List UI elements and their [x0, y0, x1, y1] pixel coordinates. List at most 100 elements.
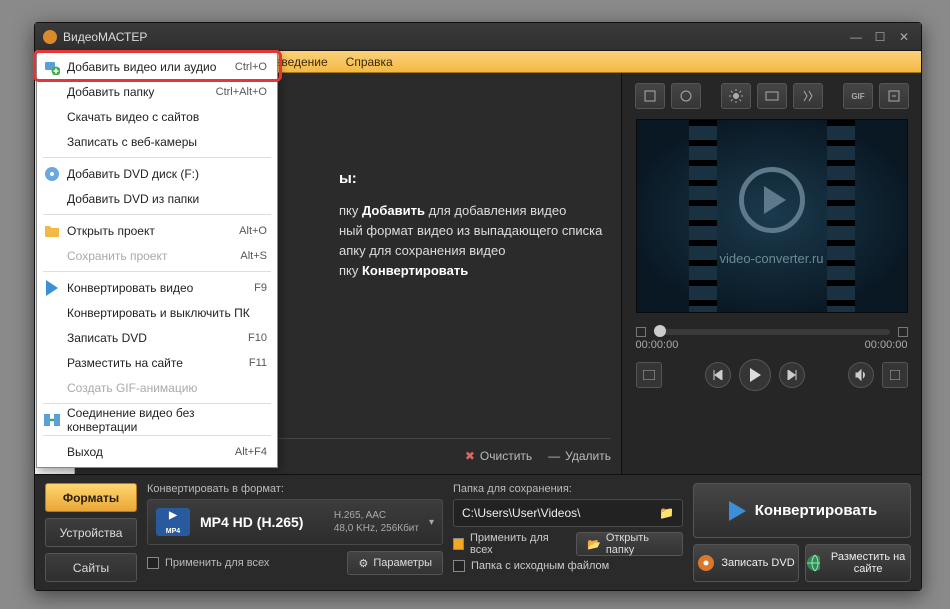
effect-toolbar: GIF — [635, 83, 909, 109]
menu-item-label: Добавить DVD из папки — [67, 192, 199, 206]
menu-item-label: Конвертировать и выключить ПК — [67, 306, 250, 320]
marker-left-icon[interactable] — [636, 327, 646, 337]
path-text: C:\Users\User\Videos\ — [462, 506, 580, 520]
maximize-button[interactable]: ☐ — [871, 30, 889, 44]
menu-item-label: Создать GIF-анимацию — [67, 381, 197, 395]
menu-item[interactable]: Выход Alt+F4 — [37, 439, 277, 464]
browse-folder-icon[interactable]: 📁 — [659, 506, 674, 520]
format-details: H.265, AAC48,0 KHz, 256Кбит — [334, 509, 419, 535]
chevron-down-icon: ▾ — [429, 517, 434, 528]
marker-right-icon[interactable] — [898, 327, 908, 337]
instruction-line: ный формат видео из выпадающего списка — [339, 221, 607, 241]
format-name: MP4 HD (H.265) — [200, 514, 324, 530]
instruction-line: пку Конвертировать — [339, 261, 607, 281]
prev-button[interactable] — [705, 362, 731, 388]
actions-box: Конвертировать Записать DVD Разместить н… — [693, 483, 911, 582]
format-apply-all[interactable]: Применить для всех — [147, 557, 269, 569]
menu-item[interactable]: Добавить видео или аудиоCtrl+O — [37, 54, 277, 79]
tab-devices[interactable]: Устройства — [45, 518, 137, 547]
menu-item-label: Добавить папку — [67, 85, 154, 99]
window-title: ВидеоМАСТЕР — [63, 30, 841, 44]
watermark-text: video-converter.ru — [719, 251, 823, 266]
format-label: Конвертировать в формат: — [147, 483, 443, 495]
menu-shortcut: Alt+F4 — [235, 446, 267, 458]
output-path[interactable]: C:\Users\User\Videos\ 📁 — [453, 499, 683, 527]
format-box: Конвертировать в формат: MP4 MP4 HD (H.2… — [147, 483, 443, 582]
menu-shortcut: Ctrl+Alt+O — [216, 86, 267, 98]
menu-item-label: Выход — [67, 445, 103, 459]
gif-icon[interactable]: GIF — [843, 83, 873, 109]
burn-dvd-button[interactable]: Записать DVD — [693, 544, 799, 582]
play-overlay-icon[interactable] — [739, 167, 805, 233]
snapshot-icon[interactable] — [636, 362, 662, 388]
menu-item[interactable]: Соединение видео без конвертации — [37, 407, 277, 432]
folder-icon: 📂 — [587, 538, 601, 551]
disc-icon — [697, 554, 715, 572]
menu-item-label: Соединение видео без конвертации — [67, 406, 267, 434]
menu-item-label: Добавить видео или аудио — [67, 60, 216, 74]
menu-shortcut: F9 — [254, 282, 267, 294]
file-menu-dropdown: Добавить видео или аудиоCtrl+OДобавить п… — [36, 50, 278, 468]
seek-track[interactable] — [654, 329, 890, 335]
params-button[interactable]: ⚙Параметры — [347, 551, 443, 575]
folder-apply-all[interactable]: Применить для всех — [453, 532, 564, 556]
menu-item[interactable]: Конвертировать и выключить ПК — [37, 300, 277, 325]
menu-item-label: Конвертировать видео — [67, 281, 193, 295]
menu-item-label: Разместить на сайте — [67, 356, 183, 370]
volume-button[interactable] — [848, 362, 874, 388]
clear-action[interactable]: ✖Очистить — [465, 449, 532, 463]
next-button[interactable] — [779, 362, 805, 388]
seek-bar[interactable] — [636, 327, 908, 337]
format-selector[interactable]: MP4 MP4 HD (H.265) H.265, AAC48,0 KHz, 2… — [147, 499, 443, 545]
titlebar: ВидеоМАСТЕР — ☐ ✕ — [35, 23, 921, 51]
globe-icon — [806, 554, 820, 572]
folder-icon — [43, 222, 61, 240]
delete-action[interactable]: —Удалить — [548, 449, 611, 463]
menu-item-label: Скачать видео с сайтов — [67, 110, 199, 124]
brightness-icon[interactable] — [721, 83, 751, 109]
menu-item[interactable]: Добавить DVD диск (F:) — [37, 161, 277, 186]
dvd-icon — [43, 165, 61, 183]
same-folder-check[interactable]: Папка с исходным файлом — [453, 560, 609, 572]
cut-icon[interactable] — [757, 83, 787, 109]
menu-item[interactable]: Добавить папку Ctrl+Alt+O — [37, 79, 277, 104]
instructions-heading: ы: — [339, 170, 607, 187]
menu-shortcut: Alt+O — [239, 225, 267, 237]
video-preview: video-converter.ru — [636, 119, 908, 313]
mp4-icon: MP4 — [156, 508, 190, 536]
menu-item-label: Сохранить проект — [67, 249, 167, 263]
tab-sites[interactable]: Сайты — [45, 553, 137, 582]
playback-controls — [636, 359, 908, 391]
close-button[interactable]: ✕ — [895, 30, 913, 44]
minimize-button[interactable]: — — [847, 30, 865, 44]
speed-icon[interactable] — [793, 83, 823, 109]
play-button[interactable] — [739, 359, 771, 391]
fullscreen-button[interactable] — [882, 362, 908, 388]
folder-box: Папка для сохранения: C:\Users\User\Vide… — [453, 483, 683, 582]
menu-item[interactable]: Открыть проект Alt+O — [37, 218, 277, 243]
open-folder-button[interactable]: 📂Открыть папку — [576, 532, 683, 556]
frame-icon[interactable] — [671, 83, 701, 109]
publish-button[interactable]: Разместить на сайте — [805, 544, 911, 582]
menu-item[interactable]: Записать DVDF10 — [37, 325, 277, 350]
filmstrip-icon — [827, 120, 855, 312]
play-icon — [43, 279, 61, 297]
menu-item[interactable]: Скачать видео с сайтов — [37, 104, 277, 129]
crop-icon[interactable] — [635, 83, 665, 109]
tab-formats[interactable]: Форматы — [45, 483, 137, 512]
filmstrip-icon — [689, 120, 717, 312]
menu-item[interactable]: Разместить на сайтеF11 — [37, 350, 277, 375]
gear-icon: ⚙ — [358, 557, 368, 570]
menu-item[interactable]: Записать с веб-камеры — [37, 129, 277, 154]
instruction-line: апку для сохранения видео — [339, 241, 607, 261]
menu-item[interactable]: Конвертировать видео F9 — [37, 275, 277, 300]
menu-item-label: Открыть проект — [67, 224, 155, 238]
menu-help[interactable]: Справка — [337, 51, 402, 72]
menu-item-label: Записать DVD — [67, 331, 147, 345]
menu-item-label: Добавить DVD диск (F:) — [67, 167, 199, 181]
menu-item[interactable]: Добавить DVD из папки — [37, 186, 277, 211]
bottom-panel: Форматы Устройства Сайты Конвертировать … — [35, 474, 921, 590]
screenshot-icon[interactable] — [879, 83, 909, 109]
convert-button[interactable]: Конвертировать — [693, 483, 911, 538]
add-icon — [43, 58, 61, 76]
